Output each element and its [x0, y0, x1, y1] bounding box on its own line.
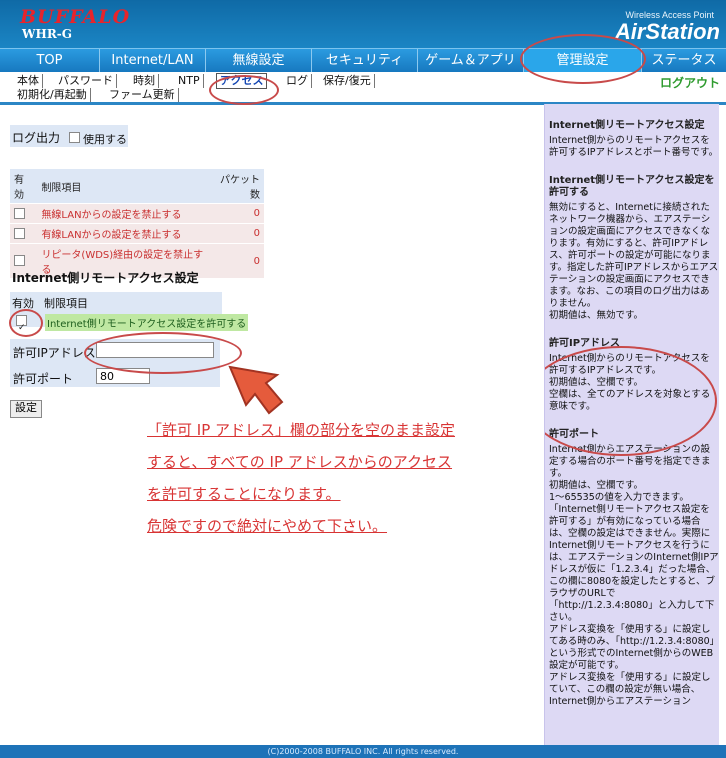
nav-internet-lan[interactable]: Internet/LAN: [100, 49, 206, 73]
highlight-ellipse-access: [209, 75, 279, 105]
col-packets: パケット数: [208, 169, 264, 204]
footer: (C)2000-2008 BUFFALO INC. All rights res…: [0, 745, 726, 758]
warning-line-2: すると、すべての IP アドレスからのアクセス: [147, 453, 453, 471]
nav-wireless[interactable]: 無線設定: [206, 49, 312, 73]
logout-link[interactable]: ログアウト: [660, 74, 720, 91]
packet-count: 0: [208, 223, 264, 244]
warning-line-3: を許可することになります。: [147, 485, 341, 503]
help-text-allow: 無効にすると、Internetに接続されたネットワーク機器から、エアステーション…: [549, 202, 719, 321]
allow-remote-label: Internet側リモートアクセス設定を許可する: [45, 314, 249, 331]
help-title-remote: Internet側リモートアクセス設定: [549, 120, 705, 131]
col-restriction: 制限項目: [37, 169, 209, 204]
warning-line-4: 危険ですので絶対にやめて下さい。: [147, 517, 388, 535]
help-text-port: Internet側からエアステーションの設定する場合のポート番号を指定できます。…: [549, 444, 719, 707]
col-enabled: 有効: [10, 169, 38, 204]
product-logo: AirStation: [614, 19, 720, 44]
table-row: 無線LANからの設定を禁止する 0: [10, 203, 264, 224]
nav-game-apps[interactable]: ゲーム＆アプリ: [418, 49, 524, 73]
restriction-table: 有効 制限項目 パケット数 無線LANからの設定を禁止する 0 有線LANからの…: [10, 169, 264, 278]
subnav-time[interactable]: 時刻: [130, 74, 159, 88]
remote-col-restriction: 制限項目: [44, 297, 88, 310]
nav-top[interactable]: TOP: [0, 49, 100, 73]
warning-line-1: 「許可 IP アドレス」欄の部分を空のまま設定: [147, 421, 456, 439]
subnav-body[interactable]: 本体: [14, 74, 43, 88]
restriction-checkbox[interactable]: [14, 207, 25, 219]
subnav-firmware[interactable]: ファーム更新: [106, 88, 179, 102]
log-output-label: ログ出力: [12, 131, 61, 145]
port-label: 許可ポート: [13, 372, 74, 386]
log-output-use: 使用する: [83, 133, 127, 146]
help-sidebar: Internet側リモートアクセス設定 Internet側からのリモートアクセス…: [544, 104, 719, 745]
restriction-text: 有線LANからの設定を禁止する: [37, 223, 209, 244]
packet-count: 0: [208, 243, 264, 278]
remote-section-title: Internet側リモートアクセス設定: [12, 271, 199, 285]
subnav-reset-reboot[interactable]: 初期化/再起動: [14, 88, 91, 102]
highlight-ellipse-admin: [520, 34, 646, 84]
highlight-ellipse-ip: [84, 332, 242, 374]
set-button[interactable]: 設定: [10, 400, 42, 418]
subnav-ntp[interactable]: NTP: [175, 74, 204, 88]
packet-count: 0: [208, 203, 264, 224]
highlight-ellipse-checkbox: [9, 309, 43, 337]
subnav-password[interactable]: パスワード: [55, 74, 117, 88]
brand-logo: BUFFALO: [20, 6, 131, 28]
help-text-remote: Internet側からのリモートアクセスを許可するIPアドレスとポート番号です。: [549, 135, 719, 158]
restriction-checkbox[interactable]: [14, 227, 25, 239]
log-output-checkbox[interactable]: [69, 132, 80, 143]
restriction-text: 無線LANからの設定を禁止する: [37, 203, 209, 224]
subnav-log[interactable]: ログ: [283, 74, 312, 88]
arrow-icon: [228, 365, 284, 415]
table-row: 有線LANからの設定を禁止する 0: [10, 223, 264, 244]
subnav-save-restore[interactable]: 保存/復元: [320, 74, 375, 88]
main-content: ログ出力 使用する 有効 制限項目 パケット数 無線LANからの設定を禁止する …: [0, 34, 646, 745]
model-name: WHR-G: [22, 27, 73, 41]
nav-security[interactable]: セキュリティ: [312, 49, 418, 73]
nav-status[interactable]: ステータス: [642, 49, 726, 73]
restriction-checkbox[interactable]: [14, 255, 25, 267]
help-title-allow: Internet側リモートアクセス設定を許可する: [549, 175, 715, 198]
